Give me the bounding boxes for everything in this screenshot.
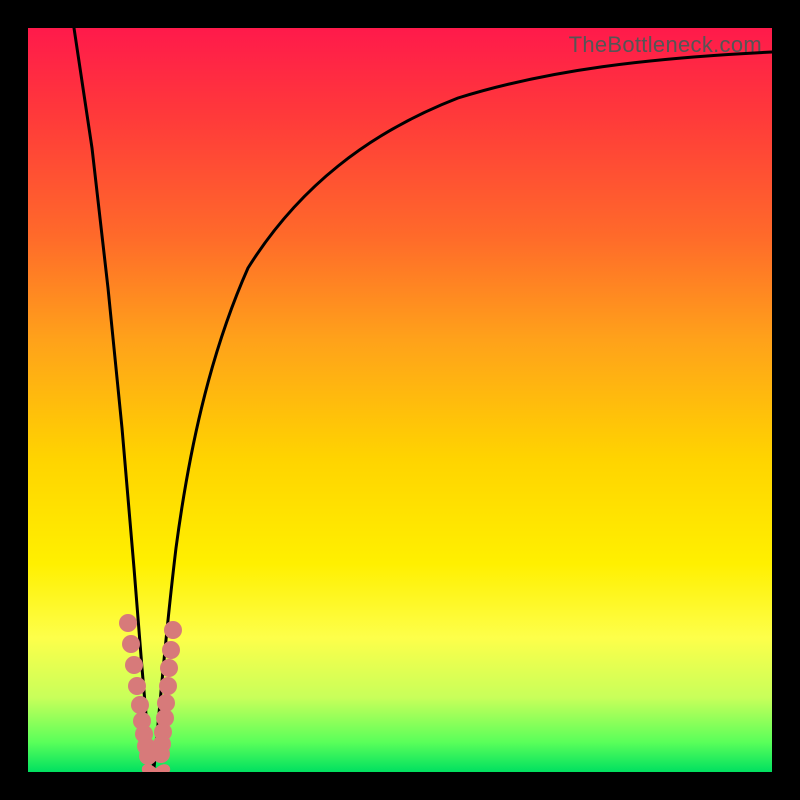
markers-right: [152, 621, 182, 763]
marker-dot: [162, 641, 180, 659]
marker-dot: [152, 745, 170, 763]
chart-frame: TheBottleneck.com: [0, 0, 800, 800]
marker-dot: [125, 656, 143, 674]
marker-dot: [159, 677, 177, 695]
plot-area: TheBottleneck.com: [28, 28, 772, 772]
marker-dot: [122, 635, 140, 653]
heart-marker: [142, 764, 170, 772]
chart-svg: [28, 28, 772, 772]
marker-dot: [131, 696, 149, 714]
marker-dot: [128, 677, 146, 695]
heart-icon: [142, 764, 170, 772]
marker-dot: [160, 659, 178, 677]
marker-dot: [119, 614, 137, 632]
curve-left-branch: [74, 28, 154, 768]
curve-right-branch: [154, 52, 772, 768]
marker-dot: [164, 621, 182, 639]
